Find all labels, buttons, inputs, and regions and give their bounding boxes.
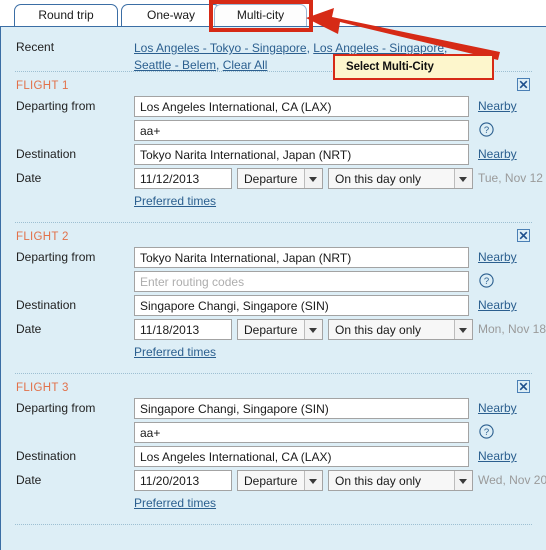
flight-1-date-type-chevron-down-icon[interactable] [304,169,322,188]
flight-2-heading: FLIGHT 2 [16,231,69,243]
divider [15,524,532,525]
flight-1-departing-nearby-link[interactable]: Nearby [478,99,517,113]
flight-1-routing-help-icon[interactable]: ? [479,122,494,137]
flight-1-destination-row: Destination Nearby [1,144,546,167]
recent-link-clear-all[interactable]: Clear All [223,58,268,72]
flight-1-departing-row: Departing from Nearby [1,96,546,119]
flight-2-date-window-chevron-down-icon[interactable] [454,320,472,339]
tab-round-trip[interactable]: Round trip [14,4,118,26]
svg-text:?: ? [484,427,489,438]
flight-2-departing-label: Departing from [16,250,96,264]
flight-2-destination-row: Destination Nearby [1,295,546,318]
flight-3-date-label: Date [16,473,42,487]
flight-1-heading: FLIGHT 1 [16,80,69,92]
flight-1-routing-codes-input[interactable] [134,120,469,141]
recent-label: Recent [16,40,55,54]
flight-3-date-window-chevron-down-icon[interactable] [454,471,472,490]
flight-3-date-input[interactable] [134,470,232,491]
flight-3-destination-row: Destination Nearby [1,446,546,469]
flight-1-date-type-select[interactable]: Departure [237,168,323,189]
flight-3-close-icon[interactable] [517,380,530,393]
flight-2-preferred-times-row: Preferred times [1,344,546,363]
flight-2-date-window-select[interactable]: On this day only [328,319,473,340]
flight-3-date-row: Date Departure On this day only Wed, Nov… [1,470,546,493]
flight-2-date-type-value: Departure [244,323,298,337]
annotation-callout-text: Select Multi-City [346,61,434,73]
flight-2-date-type-chevron-down-icon[interactable] [304,320,322,339]
flight-1-destination-input[interactable] [134,144,469,165]
flight-3-destination-input[interactable] [134,446,469,467]
recent-sep-1: , [444,41,448,55]
flight-1-preferred-times-link[interactable]: Preferred times [134,194,216,208]
trip-type-tabs: Round trip One-way Multi-city [0,0,546,27]
recent-link-0[interactable]: Los Angeles - Tokyo - Singapore [134,41,307,55]
flight-3-date-type-value: Departure [244,474,298,488]
flight-2-departing-row: Departing from Nearby [1,247,546,270]
flight-2-departing-nearby-link[interactable]: Nearby [478,250,517,264]
flight-section-1: FLIGHT 1 Departing from Nearby ? Destina… [1,72,546,222]
flight-3-date-type-select[interactable]: Departure [237,470,323,491]
flight-3-departing-nearby-link[interactable]: Nearby [478,401,517,415]
flight-2-date-input[interactable] [134,319,232,340]
flight-2-routing-row: ? [1,271,546,294]
flight-3-routing-codes-input[interactable] [134,422,469,443]
flight-3-routing-row: ? [1,422,546,445]
recent-link-2[interactable]: Seattle - Belem [134,58,216,72]
flight-1-departing-label: Departing from [16,99,96,113]
tab-one-way-label: One-way [146,8,196,22]
flight-1-routing-row: ? [1,120,546,143]
flight-3-departing-label: Departing from [16,401,96,415]
flight-2-routing-codes-input[interactable] [134,271,469,292]
flight-2-date-row: Date Departure On this day only Mon, Nov… [1,319,546,342]
flight-1-departing-input[interactable] [134,96,469,117]
tab-multi-city[interactable]: Multi-city [214,4,307,26]
flight-2-destination-input[interactable] [134,295,469,316]
flight-2-routing-help-icon[interactable]: ? [479,273,494,288]
flight-1-destination-label: Destination [16,147,77,161]
flight-1-preferred-times-row: Preferred times [1,193,546,212]
flight-2-day-note: Mon, Nov 18 [478,322,546,336]
annotation-callout: Select Multi-City [333,54,494,80]
flight-1-date-row: Date Departure On this day only Tue, Nov… [1,168,546,191]
flight-1-date-window-select[interactable]: On this day only [328,168,473,189]
tab-round-trip-label: Round trip [38,8,94,22]
flight-2-date-window-value: On this day only [335,323,422,337]
flight-2-departing-input[interactable] [134,247,469,268]
tab-one-way[interactable]: One-way [121,4,221,26]
svg-text:?: ? [484,125,489,136]
tab-multi-city-label: Multi-city [236,8,285,22]
flight-3-preferred-times-link[interactable]: Preferred times [134,496,216,510]
flight-3-destination-nearby-link[interactable]: Nearby [478,449,517,463]
flight-2-destination-label: Destination [16,298,77,312]
multi-city-search-panel: Recent Los Angeles - Tokyo - Singapore, … [0,26,546,550]
flight-1-date-window-chevron-down-icon[interactable] [454,169,472,188]
flight-1-day-note: Tue, Nov 12 [478,171,543,185]
flight-2-preferred-times-link[interactable]: Preferred times [134,345,216,359]
flight-3-date-window-select[interactable]: On this day only [328,470,473,491]
flight-2-destination-nearby-link[interactable]: Nearby [478,298,517,312]
flight-2-date-label: Date [16,322,42,336]
flight-2-date-type-select[interactable]: Departure [237,319,323,340]
flight-3-destination-label: Destination [16,449,77,463]
flight-1-date-window-value: On this day only [335,172,422,186]
flight-1-date-label: Date [16,171,42,185]
flight-3-date-window-value: On this day only [335,474,422,488]
svg-text:?: ? [484,276,489,287]
flight-3-date-type-chevron-down-icon[interactable] [304,471,322,490]
flight-1-date-input[interactable] [134,168,232,189]
recent-link-1[interactable]: Los Angeles - Singapore [313,41,444,55]
flight-1-destination-nearby-link[interactable]: Nearby [478,147,517,161]
recent-sep-2: , [216,58,223,72]
flight-section-3: FLIGHT 3 Departing from Nearby ? Destina… [1,374,546,524]
flight-2-close-icon[interactable] [517,229,530,242]
flight-1-date-type-value: Departure [244,172,298,186]
flight-3-departing-input[interactable] [134,398,469,419]
flight-section-2: FLIGHT 2 Departing from Nearby ? Destina… [1,223,546,373]
flight-3-heading: FLIGHT 3 [16,382,69,394]
flight-3-departing-row: Departing from Nearby [1,398,546,421]
flight-3-routing-help-icon[interactable]: ? [479,424,494,439]
flight-1-close-icon[interactable] [517,78,530,91]
flight-3-day-note: Wed, Nov 20 [478,473,546,487]
flight-3-preferred-times-row: Preferred times [1,495,546,514]
